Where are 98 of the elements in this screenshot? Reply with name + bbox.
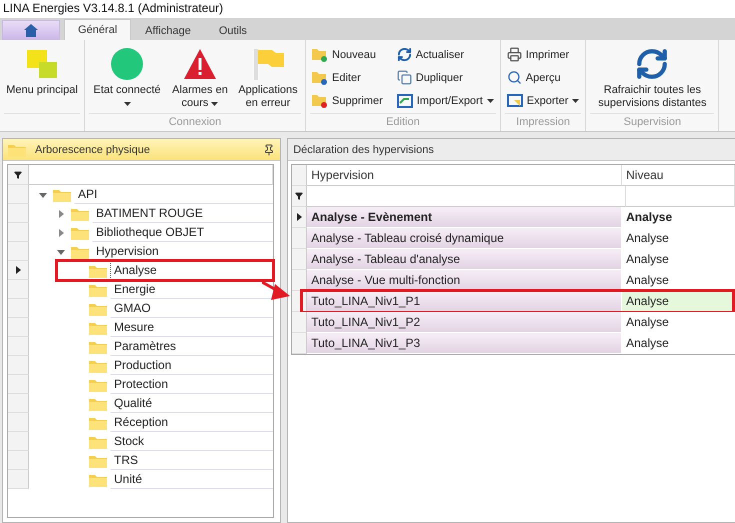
folder-icon [71, 206, 89, 220]
ribbon-tab[interactable]: Général [64, 19, 132, 40]
group-label: Edition [386, 116, 420, 128]
folder-icon [89, 434, 107, 448]
folder-icon [71, 244, 89, 258]
home-icon [24, 24, 38, 36]
ribbon-button[interactable]: Editer [310, 68, 385, 87]
tree-item[interactable]: API [74, 185, 274, 204]
search-icon [506, 70, 522, 85]
import-export-icon [396, 94, 413, 108]
row-header[interactable] [8, 165, 29, 185]
folder-icon [89, 340, 107, 354]
table-cell: Tuto_LINA_Niv1_P3 [307, 333, 622, 354]
folder-icon [89, 378, 107, 392]
ribbon-button[interactable]: Exporter [504, 91, 582, 110]
group-label: Connexion [168, 116, 222, 128]
column-header[interactable]: Niveau [622, 165, 735, 186]
filter-icon[interactable] [295, 192, 304, 200]
folder-icon [53, 188, 71, 202]
table-cell: Tuto_LINA_Niv1_P1 [307, 291, 622, 312]
folder-icon [89, 282, 107, 296]
tree-item[interactable]: Paramètres [110, 337, 274, 356]
panel-title: Déclaration des hypervisions [293, 144, 435, 156]
home-button[interactable] [2, 20, 60, 40]
folder-icon [89, 302, 107, 316]
folder-icon [89, 320, 107, 334]
row-header[interactable] [8, 261, 29, 280]
folder-icon [71, 226, 89, 240]
status-circle-icon [110, 47, 144, 81]
ribbon-button[interactable]: Applications en erreur [235, 43, 301, 113]
expand-icon[interactable] [57, 210, 65, 218]
folder-icon [89, 396, 107, 410]
table-cell: Analyse - Evènement [307, 207, 622, 228]
table-cell: Tuto_LINA_Niv1_P2 [307, 312, 622, 333]
ribbon-button[interactable]: Nouveau [310, 45, 385, 64]
ribbon-button[interactable]: Dupliquer [394, 68, 496, 87]
ribbon-button[interactable]: Imprimer [504, 45, 582, 64]
tree-item[interactable]: Energie [110, 280, 274, 299]
tree-item[interactable]: GMAO [110, 299, 274, 318]
caret-icon [124, 102, 130, 106]
row-header[interactable] [292, 207, 308, 228]
table-cell: Analyse - Vue multi-fonction [307, 270, 622, 291]
ribbon-button[interactable]: Etat connecté [89, 43, 165, 113]
tree-item[interactable]: Hypervision [92, 242, 274, 261]
tree-item[interactable]: Protection [110, 375, 274, 394]
column-header[interactable]: Hypervision [307, 165, 622, 186]
new-folder-icon [312, 48, 328, 62]
ribbon-button[interactable]: Actualiser [394, 45, 496, 64]
folder-icon [8, 142, 26, 156]
tree-item[interactable]: TRS [110, 451, 274, 470]
logo-icon [25, 48, 59, 80]
group-label: Impression [516, 116, 570, 128]
copy-icon [396, 70, 412, 85]
tree-item[interactable]: Qualité [110, 394, 274, 413]
caret-icon [486, 98, 494, 102]
table-cell: Analyse - Tableau croisé dynamique [307, 228, 622, 249]
caret-icon [572, 98, 580, 102]
window-title: LINA Energies V3.14.8.1 (Administrateur) [2, 0, 224, 17]
caret-icon [211, 102, 218, 106]
folder-icon [89, 264, 107, 278]
tree-item[interactable]: Stock [110, 432, 274, 451]
table-cell: Analyse - Tableau d'analyse [307, 249, 622, 270]
folder-icon [89, 416, 107, 430]
folder-icon [89, 454, 107, 468]
tree-item[interactable]: Analyse [110, 261, 274, 280]
row-header[interactable] [292, 186, 308, 207]
tree-item[interactable]: Mesure [110, 318, 274, 337]
export-icon [506, 94, 523, 108]
flag-icon [251, 47, 285, 81]
collapse-icon[interactable] [57, 248, 65, 256]
delete-folder-icon [312, 94, 328, 108]
tree-item[interactable]: Unité [110, 470, 274, 489]
filter-field[interactable] [29, 165, 274, 185]
tree-item[interactable]: Bibliotheque OBJET [92, 223, 274, 242]
ribbon-button[interactable]: Supprimer [310, 91, 385, 110]
folder-icon [89, 472, 107, 486]
refresh-icon [396, 47, 412, 62]
tree-item[interactable]: BATIMENT ROUGE [92, 204, 274, 223]
panel-title: Arborescence physique [35, 144, 151, 156]
warning-icon [183, 48, 217, 80]
ribbon-button[interactable]: Alarmes en cours [171, 43, 229, 113]
ribbon-button[interactable]: Import/Export [394, 91, 496, 110]
expand-icon[interactable] [57, 228, 65, 236]
edit-folder-icon [312, 70, 328, 84]
folder-icon [89, 358, 107, 372]
ribbon-button[interactable]: Menu principal [4, 43, 80, 113]
refresh-icon [635, 47, 670, 81]
pin-icon[interactable] [263, 144, 276, 156]
collapse-icon[interactable] [39, 190, 47, 198]
ribbon-tab[interactable]: Outils [204, 20, 261, 40]
printer-icon [506, 47, 522, 62]
ribbon-button[interactable]: Rafraichir toutes les supervisions distantes [590, 43, 714, 113]
ribbon-button[interactable]: Aperçu [504, 68, 582, 87]
ribbon-tab[interactable]: Affichage [131, 20, 205, 40]
tree-item[interactable]: Production [110, 356, 274, 375]
filter-icon[interactable] [14, 170, 22, 178]
tree-item[interactable]: Réception [110, 413, 274, 432]
group-label: Supervision [624, 116, 682, 128]
